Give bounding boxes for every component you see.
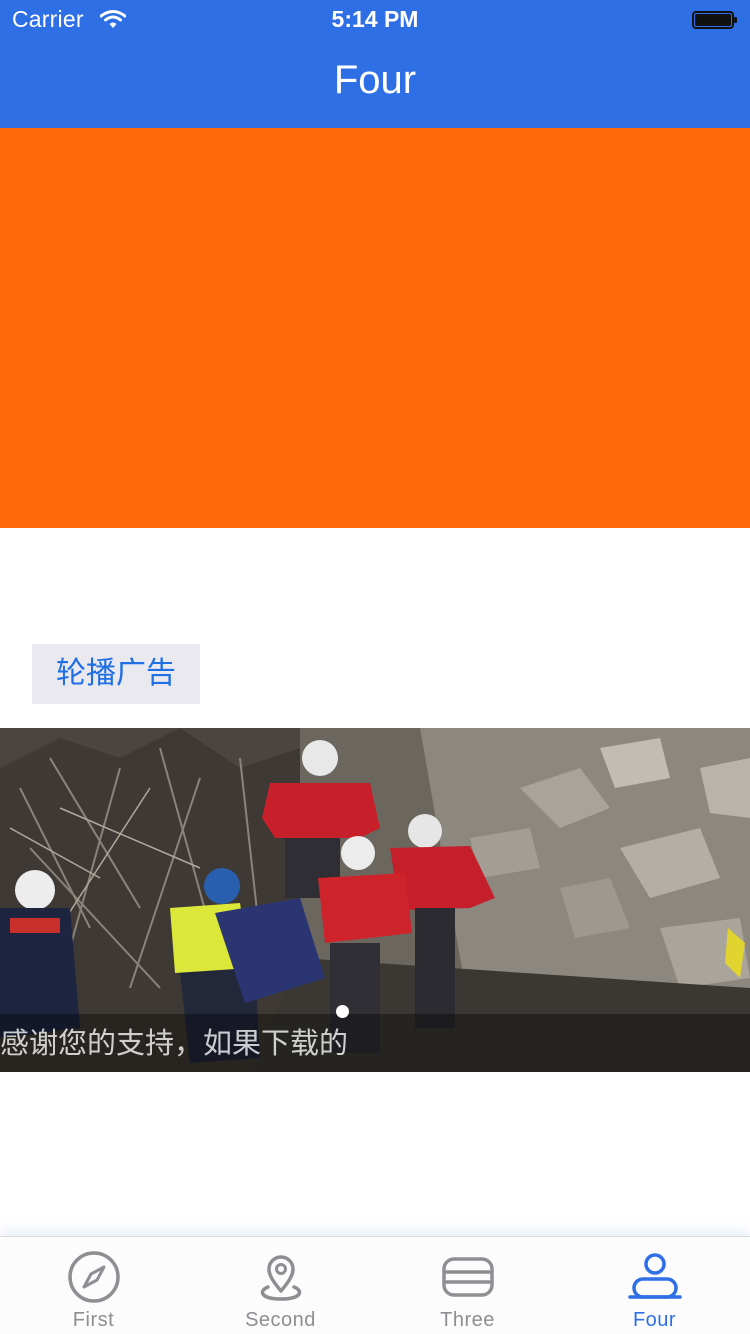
- status-time: 5:14 PM: [331, 6, 419, 32]
- orange-header-panel: [0, 128, 750, 528]
- tab-label: Four: [632, 1309, 677, 1331]
- tab-first[interactable]: First: [0, 1237, 187, 1334]
- compass-icon: [67, 1251, 120, 1303]
- carousel-ad-button[interactable]: 轮播广告: [32, 644, 200, 704]
- user-icon: [627, 1253, 682, 1299]
- banner-caption: 感谢您的支持，如果下载的: [0, 1026, 349, 1060]
- page-title: Four: [333, 58, 417, 102]
- tab-four[interactable]: Four: [561, 1237, 748, 1334]
- page-indicator-dot[interactable]: [336, 1005, 349, 1018]
- tab-label: First: [72, 1309, 115, 1331]
- tab-label: Three: [440, 1309, 495, 1331]
- tab-second[interactable]: Second: [187, 1237, 374, 1334]
- carousel-banner[interactable]: 感谢您的支持，如果下载的: [0, 728, 750, 1072]
- card-icon: [441, 1257, 494, 1297]
- navigation-bar: Four: [0, 40, 750, 128]
- tab-bar: First Second Three Four: [0, 1236, 750, 1334]
- app-screen: Carrier 5:14 PM Four 轮播广告 感谢您的支持，如果下载的 F…: [0, 0, 750, 1334]
- battery-icon: [692, 11, 737, 29]
- tab-three[interactable]: Three: [374, 1237, 561, 1334]
- tab-label: Second: [245, 1309, 316, 1331]
- status-bar: Carrier 5:14 PM: [0, 0, 750, 40]
- location-pin-icon: [260, 1255, 301, 1301]
